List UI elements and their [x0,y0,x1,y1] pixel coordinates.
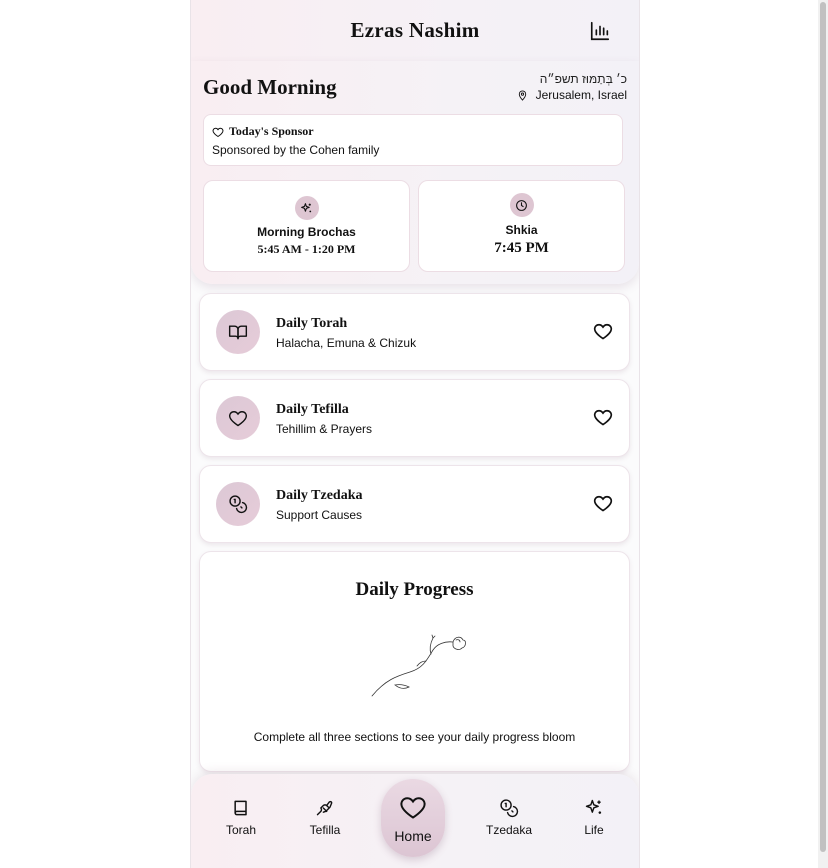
time-value: 7:45 PM [494,240,549,256]
time-value: 5:45 AM - 1:20 PM [257,242,356,256]
location-text: Jerusalem, Israel [535,88,627,102]
scrollbar-thumb[interactable] [820,2,826,852]
map-pin-icon [518,90,526,101]
nav-label: Life [584,823,604,837]
greeting: Good Morning [203,75,337,99]
coins-icon [216,482,260,526]
favorite-heart-icon[interactable] [593,321,615,343]
feature-title: Daily Tzedaka [276,488,363,503]
feature-subtitle: Halacha, Emuna & Chizuk [276,336,417,350]
bottom-nav: Torah Tefilla Home Tzedaka Life [191,774,639,868]
app-screen: Ezras Nashim Good Morning כ׳ בְּתַמּוּז … [190,0,640,868]
coins-icon [500,799,519,818]
daily-torah-card[interactable]: Daily Torah Halacha, Emuna & Chizuk [199,293,630,371]
praying-hands-icon [316,800,333,816]
time-label: Shkia [505,223,538,237]
hero-section: Good Morning כ׳ בְּתַמּוּז תשפ״ה Jerusal… [191,61,639,284]
time-label: Morning Brochas [257,225,356,239]
nav-label: Torah [225,823,257,837]
sponsor-text: Sponsored by the Cohen family [212,143,380,157]
hebrew-date: כ׳ בְּתַמּוּז תשפ״ה [539,72,627,86]
book-open-icon [216,310,260,354]
nav-home[interactable]: Home [381,779,445,857]
shkia-card: Shkia 7:45 PM [418,180,625,272]
nav-tzedaka[interactable]: Tzedaka [479,798,539,837]
feature-title: Daily Tefilla [276,402,349,417]
feature-subtitle: Support Causes [276,508,363,522]
sparkles-icon [294,196,319,220]
clock-icon [509,193,534,217]
daily-progress-card: Daily Progress Complete all three sectio… [199,551,630,772]
heart-icon [400,797,426,819]
top-bar: Ezras Nashim [191,0,639,62]
nav-life[interactable]: Life [564,798,624,837]
bar-chart-icon[interactable] [589,20,611,42]
flower-stem-illustration [371,634,466,697]
nav-tefilla[interactable]: Tefilla [295,798,355,837]
heart-icon [216,396,260,440]
sponsor-heading-row: Today's Sponsor [212,124,314,139]
feature-title: Daily Torah [276,316,348,331]
morning-brochas-card: Morning Brochas 5:45 AM - 1:20 PM [203,180,410,272]
progress-title: Daily Progress [355,579,474,600]
nav-label: Tefilla [309,823,341,837]
feature-subtitle: Tehillim & Prayers [276,422,373,436]
favorite-heart-icon[interactable] [593,493,615,515]
favorite-heart-icon[interactable] [593,407,615,429]
daily-tzedaka-card[interactable]: Daily Tzedaka Support Causes [199,465,630,543]
heart-icon [212,127,224,137]
location: Jerusalem, Israel [517,88,627,102]
book-icon [234,800,247,816]
nav-label: Home [394,828,432,844]
daily-tefilla-card[interactable]: Daily Tefilla Tehillim & Prayers [199,379,630,457]
nav-torah[interactable]: Torah [211,798,271,837]
progress-description: Complete all three sections to see your … [253,730,576,744]
sponsor-card: Today's Sponsor Sponsored by the Cohen f… [203,114,623,166]
app-title: Ezras Nashim [350,18,480,42]
nav-label: Tzedaka [485,823,533,837]
sponsor-heading: Today's Sponsor [229,124,314,138]
sparkles-icon [585,799,602,814]
